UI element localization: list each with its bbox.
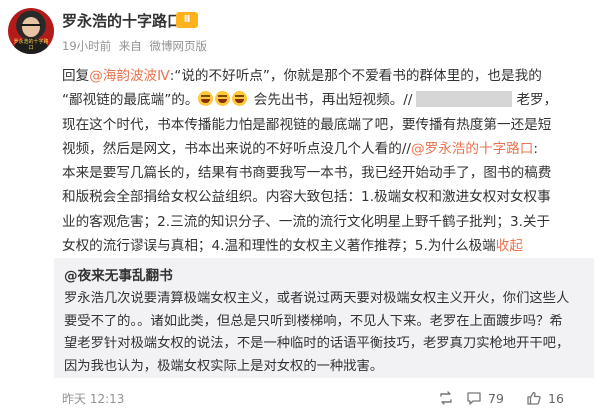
repost-icon [440,391,452,405]
post-content: 回复@海韵波波Ⅳ:“说的不好听点”，你就是那个不爱看书的群体里的，也是我的 “鄙… [62,64,582,258]
weibo-post: 罗永浩的十字路口 罗永浩的十字路口 Ⅱ 19小时前 来自 微博网页版 回复@海韵… [0,0,600,413]
content-text: 女权的流行谬误与真相；4.温和理性的女权主义著作推荐；5.为什么极端 [62,238,496,255]
comment-count: 79 [488,390,504,406]
laughing-emoji-icon [215,91,231,107]
avatar[interactable]: 罗永浩的十字路口 [8,8,54,54]
post-time[interactable]: 19小时前 [62,39,111,53]
content-text: :“说的不好听点”，你就是那个不爱看书的群体里的，也是我的 [169,68,542,84]
laughing-emoji-icon [198,91,214,107]
content-text: 会先出书，再出短视频。// [253,92,413,109]
content-line: 女权的流行谬误与真相；4.温和理性的女权主义著作推荐；5.为什么极端收起 [62,234,582,258]
content-line: 和版税会全部捐给女权公益组织。内容大致包括：1.极端女权和激进女权对女权事 [62,189,551,206]
repost-button[interactable] [438,388,460,408]
reply-prefix: 回复 [62,68,90,84]
like-count: 16 [548,390,564,406]
content-text: : [533,140,538,157]
content-line: 本来是要写几篇长的，结果有书商要我写一本书，我已经开始动手了，图书的稿费 [62,165,552,182]
quoted-author[interactable]: @夜来无事乱翻书 [64,264,173,284]
source-prefix: 来自 [118,39,142,53]
quoted-line: 要受不了的。。诸如此类，但总是只听到楼梯响，不见人下来。老罗在上面踱步吗？希 [64,313,563,329]
avatar-glasses [21,24,41,28]
member-badge[interactable]: Ⅱ [176,12,198,28]
content-text: “鄙视链的最底端”的。 [62,92,199,109]
content-line: 视频，然后是网文，书本出来说的不好听点没几个人看的//@罗永浩的十字路口: [62,137,582,161]
like-button[interactable]: 16 [526,388,564,408]
comment-icon [467,392,481,405]
quoted-line: 罗永浩几次说要清算极端女权主义，或者说过两天要对极端女权主义开火，你们这些人 [64,291,570,306]
content-line: “鄙视链的最底端”的。 会先出书，再出短视频。// 老罗， [62,88,582,112]
content-line: 回复@海韵波波Ⅳ:“说的不好听点”，你就是那个不爱看书的群体里的，也是我的 [62,64,582,88]
quoted-text: 罗永浩几次说要清算极端女权主义，或者说过两天要对极端女权主义开火，你们这些人 要… [64,288,589,378]
quoted-post[interactable]: @夜来无事乱翻书 罗永浩几次说要清算极端女权主义，或者说过两天要对极端女权主义开… [54,258,594,378]
post-meta: 19小时前 来自 微博网页版 [62,38,211,54]
content-text: 老罗， [516,92,558,109]
username[interactable]: 罗永浩的十字路口 [62,10,182,31]
content-line: 现在这个时代，书本传播能力怕是鄙视链的最底端了吧，要传播有热度第一还是短 [62,116,552,133]
laughing-emoji-icon [232,91,248,107]
mention-link[interactable]: @海韵波波Ⅳ [89,68,170,84]
comment-button[interactable]: 79 [466,388,504,408]
footer-time[interactable]: 昨天 12:13 [62,390,124,407]
content-text: 视频，然后是网文，书本出来说的不好听点没几个人看的// [62,140,412,157]
redacted-username [416,91,513,108]
like-icon [527,391,541,405]
mention-link[interactable]: @罗永浩的十字路口 [411,141,533,157]
collapse-link[interactable]: 收起 [496,238,523,254]
quoted-line: 因为我也认为，极端女权实际上是对女权的一种戕害。 [64,358,384,374]
post-source[interactable]: 微博网页版 [149,39,207,53]
content-line: 业的客观危害；2.三流的知识分子、一流的流行文化明星上野千鹤子批判；3.关于 [62,213,551,230]
post-footer: 昨天 12:13 79 16 [0,384,600,413]
quoted-line: 望老罗针对极端女权的说法，不是一种临时的话语平衡技巧，老罗真刀实枪地开干吧， [64,336,570,351]
avatar-caption: 罗永浩的十字路口 [13,39,49,51]
